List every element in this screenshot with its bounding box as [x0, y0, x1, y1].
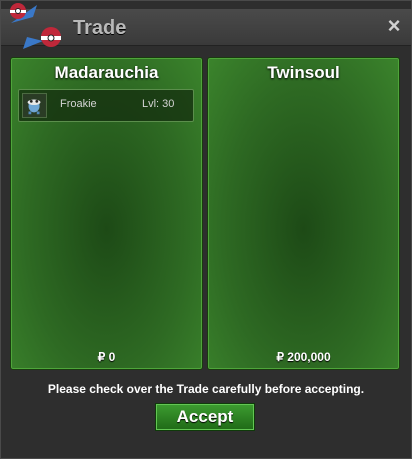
trade-item[interactable]: Froakie Lvl: 30: [18, 89, 194, 122]
money-offer: ₽ 0: [97, 350, 116, 364]
trade-notice: Please check over the Trade carefully be…: [47, 382, 365, 396]
froakie-sprite-icon: [22, 93, 47, 118]
accept-button[interactable]: Accept: [155, 403, 255, 431]
item-level: Lvl: 30: [142, 98, 175, 110]
my-offer-panel: Madarauchia Froakie Lvl: 30 ₽ 0: [10, 57, 203, 370]
money-offer: ₽ 200,000: [276, 350, 331, 364]
close-button[interactable]: ×: [383, 15, 405, 37]
window-title: Trade: [73, 17, 127, 39]
pokeball-logo-icon: [10, 3, 61, 49]
player-name: Madarauchia: [54, 63, 159, 82]
player-name: Twinsoul: [267, 63, 340, 82]
trade-window: Trade × Madarauchia Froakie Lvl: 30 ₽ 0 …: [0, 0, 412, 459]
item-name: Froakie: [60, 98, 97, 110]
partner-offer-panel: Twinsoul ₽ 200,000: [207, 57, 400, 370]
